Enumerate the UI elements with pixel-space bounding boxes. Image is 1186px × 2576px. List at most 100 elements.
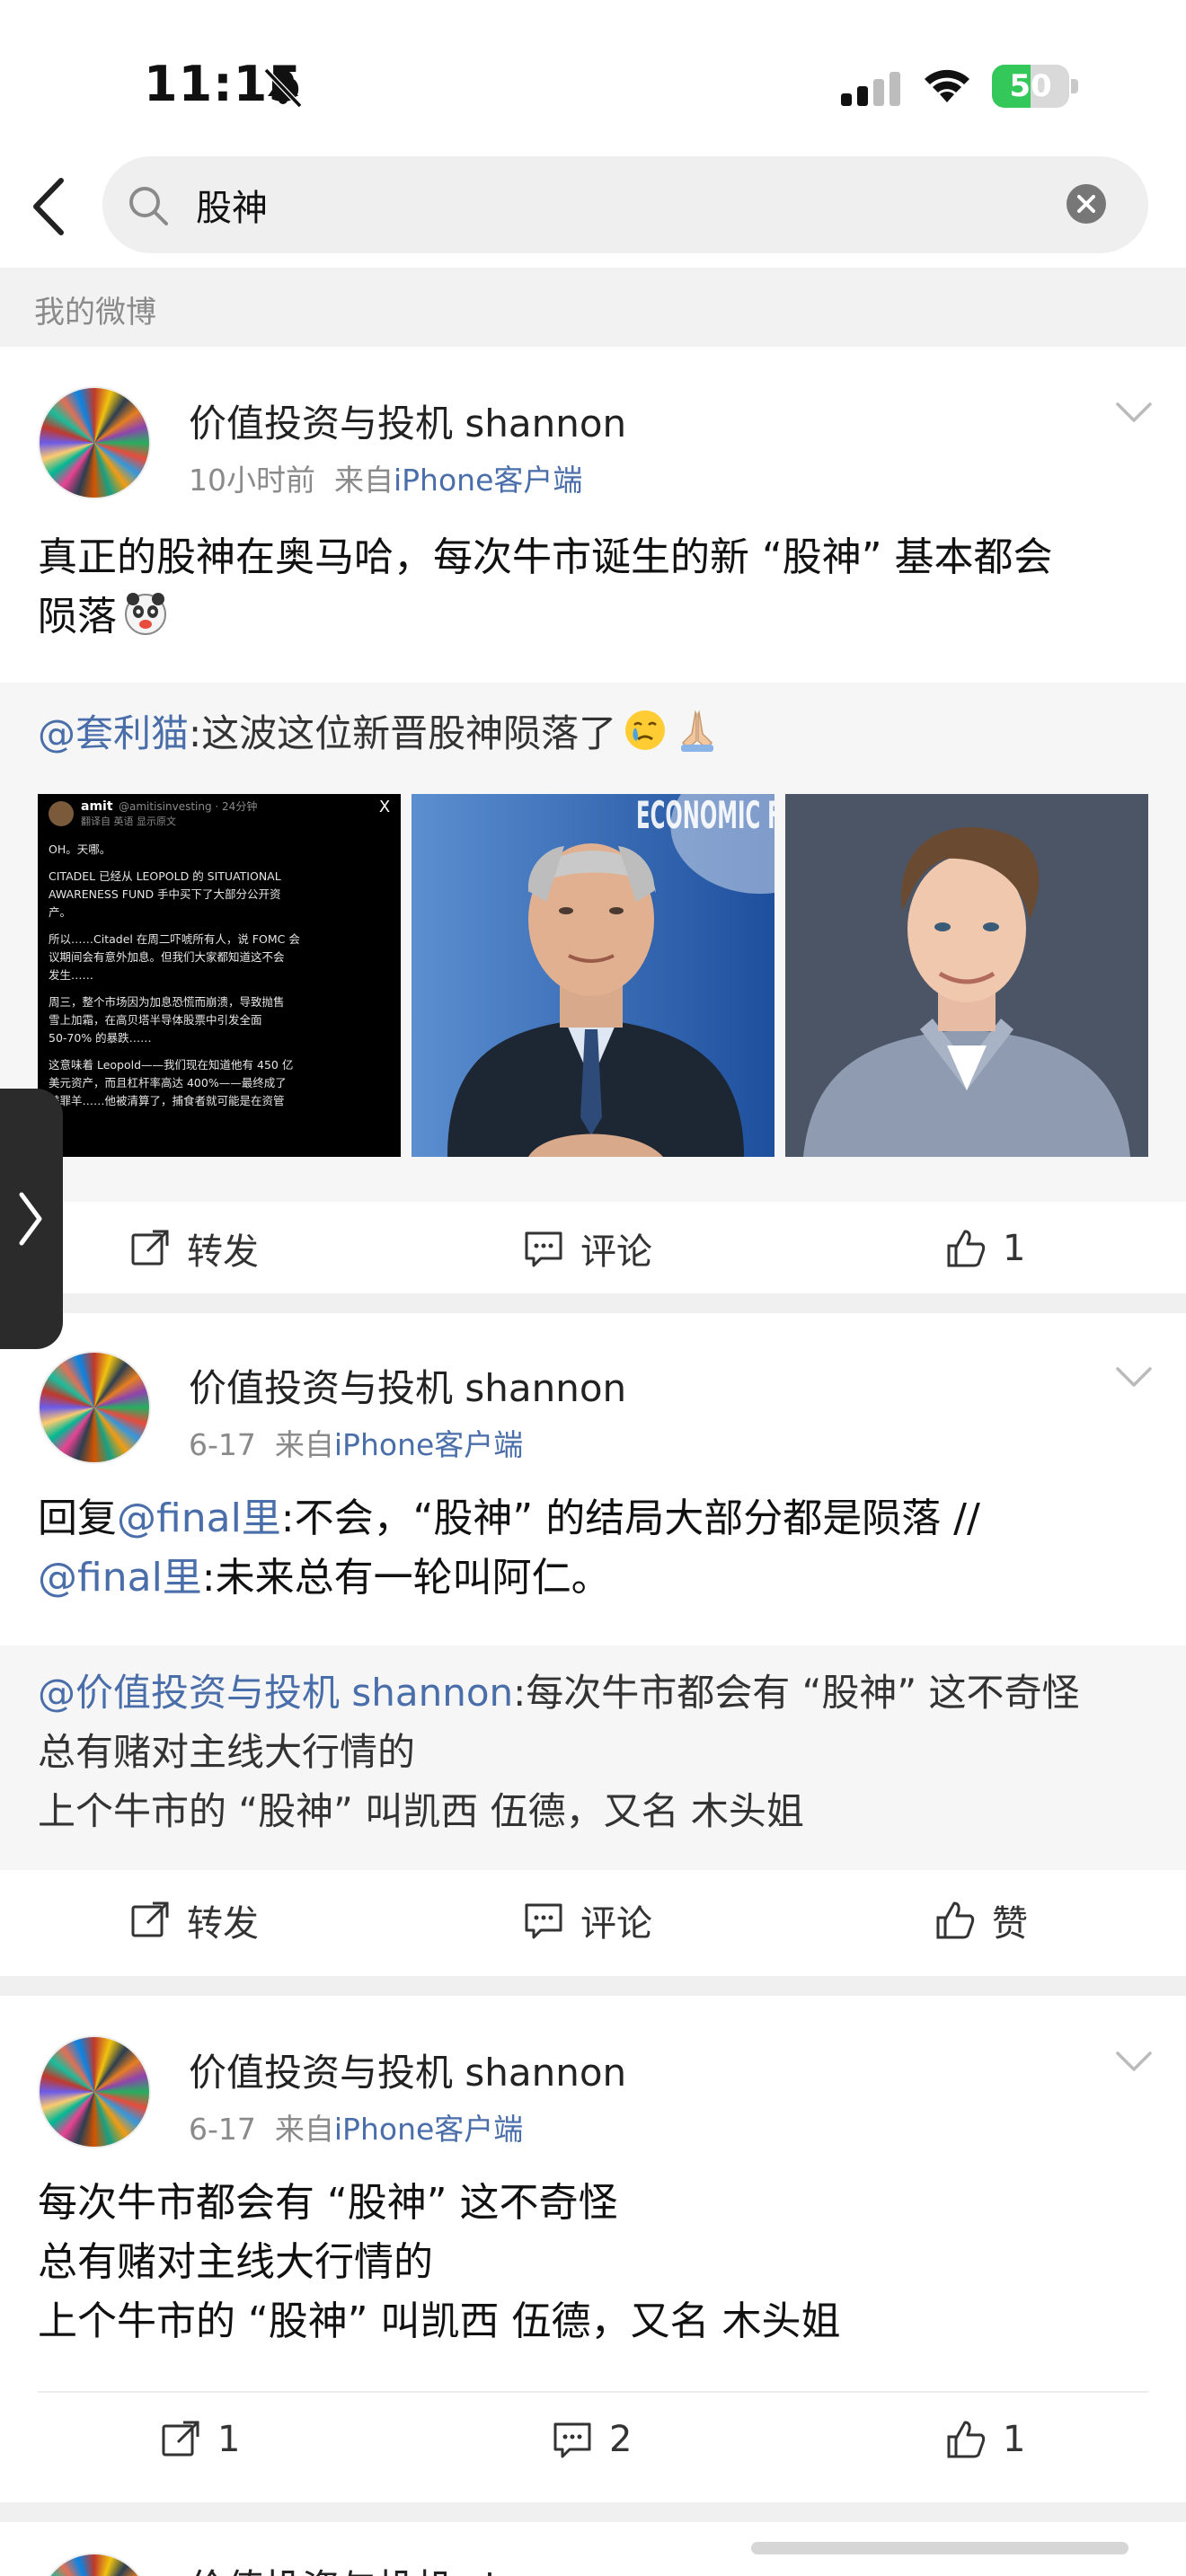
avatar[interactable] (38, 2553, 151, 2576)
share-icon (162, 2421, 199, 2457)
comment-count: 2 (609, 2419, 633, 2460)
post-image-portrait-photo[interactable] (785, 794, 1148, 1157)
repost-label: 转发 (187, 1903, 259, 1945)
action-bar: 转发 评论 赞 (0, 1874, 1186, 1967)
svg-text:X: X (379, 798, 390, 816)
post-text-line: 每次牛市都会有 “股神” 这不奇怪 (38, 2180, 618, 2226)
from-prefix: 来自 (274, 1427, 334, 1462)
bell-muted-icon (263, 67, 303, 109)
post-time: 6-17 (189, 2112, 256, 2147)
tweet-line: OH。天哪。 (49, 842, 111, 856)
post-text-line: 总有赌对主线大行情的 (38, 2239, 433, 2285)
tweet-sub: 翻译自 英语 显示原文 (81, 815, 176, 827)
section-title: 我的微博 (34, 295, 156, 331)
side-drawer-tab[interactable] (0, 1089, 63, 1349)
repost-box[interactable]: @价值投资与投机 shannon:每次牛市都会有 “股神” 这不奇怪 总有赌对主… (0, 1645, 1186, 1870)
post-meta: 10小时前 来自iPhone客户端 (189, 456, 582, 499)
mention-link[interactable]: @套利猫 (38, 711, 189, 755)
tweet-line: 雪上加霜，在高贝塔半导体股票中引发全面 (49, 1013, 262, 1027)
post-image-forum-photo[interactable]: ECONOMIC FORUM (412, 794, 774, 1157)
thumbs-up-icon (947, 2421, 986, 2458)
search-icon (129, 187, 168, 225)
like-label: 赞 (992, 1903, 1028, 1945)
signal-icon (841, 72, 900, 106)
post-card[interactable]: 价值投资与投机 shannon 10小时前 来自iPhone客户端 真正的股神在… (0, 347, 1186, 1286)
mention-link[interactable]: @final里 (117, 1495, 281, 1541)
battery-percent: 50 (1009, 68, 1052, 104)
mention-link[interactable]: @价值投资与投机 shannon (38, 1671, 513, 1715)
author-name[interactable]: 价值投资与投机 shannon (189, 1358, 626, 1413)
battery-body: 50 (992, 65, 1069, 108)
repost-button[interactable]: 转发 (129, 1874, 259, 1967)
tweet-user: amit (81, 799, 113, 814)
post-source[interactable]: iPhone客户端 (334, 2112, 523, 2147)
mention-link[interactable]: @final里 (38, 1555, 202, 1601)
post-text-line: 陨落 (38, 587, 1152, 647)
repost-label: 转发 (187, 1231, 259, 1273)
post-source[interactable]: iPhone客户端 (394, 463, 582, 498)
wifi-icon (925, 69, 969, 102)
like-button[interactable]: 1 (945, 1202, 1025, 1295)
like-button[interactable]: 1 (945, 2393, 1025, 2486)
home-indicator[interactable] (751, 2542, 1128, 2554)
like-button[interactable]: 赞 (934, 1874, 1028, 1967)
search-box[interactable] (102, 156, 1148, 253)
avatar[interactable] (38, 1351, 151, 1464)
post-divider (0, 1293, 1186, 1313)
post-divider (0, 1976, 1186, 1996)
post-text: 回复@final里:不会，“股神” 的结局大部分都是陨落 // @final里:… (38, 1489, 1152, 1608)
share-icon (131, 1901, 169, 1937)
post-meta: 6-17 来自iPhone客户端 (189, 2105, 523, 2148)
search-input[interactable] (196, 178, 1005, 232)
post-time: 10小时前 (189, 463, 315, 498)
tweet-line: 发生…… (49, 968, 93, 982)
back-icon[interactable] (27, 175, 72, 238)
comment-label: 评论 (580, 1231, 652, 1273)
folded-hands-icon (681, 710, 714, 752)
battery-indicator: 50 (992, 65, 1078, 108)
comment-icon (553, 2422, 591, 2458)
author-name[interactable]: 价值投资与投机 shannon (189, 393, 626, 448)
post-card[interactable]: 价值投资与投机 shannon 6-17 来自iPhone客户端 回复@fina… (0, 1313, 1186, 1969)
tweet-line: 产。 (49, 905, 71, 919)
avatar[interactable] (38, 2035, 151, 2148)
author-name[interactable]: 价值投资与投机 sh (189, 2558, 509, 2576)
comment-button[interactable]: 评论 (523, 1874, 652, 1967)
post-image-tweet-screenshot[interactable]: amit @amitisinvesting · 24分钟 X 翻译自 英语 显示… (38, 794, 401, 1157)
clear-search-icon[interactable] (1066, 183, 1107, 225)
tweet-line: AWARENESS FUND 手中买下了大部分公开资 (49, 887, 281, 901)
avatar[interactable] (38, 386, 151, 499)
repost-button[interactable]: 转发 (129, 1202, 259, 1295)
post-text-line: 真正的股神在奥马哈，每次牛市诞生的新 “股神” 基本都会 (38, 534, 1053, 580)
chevron-down-icon[interactable] (1112, 1363, 1155, 1390)
thumbs-up-icon (936, 1901, 975, 1939)
chevron-down-icon[interactable] (1112, 399, 1155, 426)
thumbs-up-icon (947, 1230, 986, 1267)
from-prefix: 来自 (333, 463, 394, 498)
action-bar: 转发 评论 1 (0, 1202, 1186, 1295)
post-time: 6-17 (189, 1427, 256, 1462)
tweet-line: 替罪羊……他被清算了，捕食者就可能是在资管 (49, 1094, 285, 1107)
post-divider (0, 2502, 1186, 2522)
status-bar: 11:15 50 (0, 0, 1186, 153)
post-text: 真正的股神在奥马哈，每次牛市诞生的新 “股神” 基本都会 陨落 (38, 528, 1152, 647)
tweet-line: 议期间会有意外加息。但我们大家都知道这不会 (49, 950, 285, 964)
tweet-line: 周三，整个市场因为加息恐慌而崩溃，导致抛售 (49, 995, 285, 1009)
comment-icon (525, 1231, 562, 1267)
chevron-down-icon[interactable] (1112, 2048, 1155, 2075)
post-text: 每次牛市都会有 “股神” 这不奇怪 总有赌对主线大行情的 上个牛市的 “股神” … (38, 2174, 1152, 2351)
action-bar: 1 2 1 (0, 2393, 1186, 2486)
like-count: 1 (1003, 1228, 1026, 1269)
tweet-line: 美元资产，而且杠杆率高达 400%——最终成了 (49, 1076, 287, 1090)
comment-button[interactable]: 评论 (523, 1202, 652, 1295)
tweet-line: CITADEL 已经从 LEOPOLD 的 SITUATIONAL (49, 869, 281, 883)
author-name[interactable]: 价值投资与投机 shannon (189, 2042, 626, 2097)
repost-button[interactable]: 1 (160, 2393, 240, 2486)
post-source[interactable]: iPhone客户端 (334, 1427, 523, 1462)
forum-banner: ECONOMIC FORUM (636, 794, 774, 837)
post-meta: 6-17 来自iPhone客户端 (189, 1421, 523, 1464)
comment-button[interactable]: 2 (552, 2393, 632, 2486)
post-text-line: 上个牛市的 “股神” 叫凯西 伍德，又名 木头姐 (38, 2298, 841, 2344)
post-card[interactable]: 价值投资与投机 shannon 6-17 来自iPhone客户端 每次牛市都会有… (0, 1996, 1186, 2499)
repost-count: 1 (217, 2419, 241, 2460)
